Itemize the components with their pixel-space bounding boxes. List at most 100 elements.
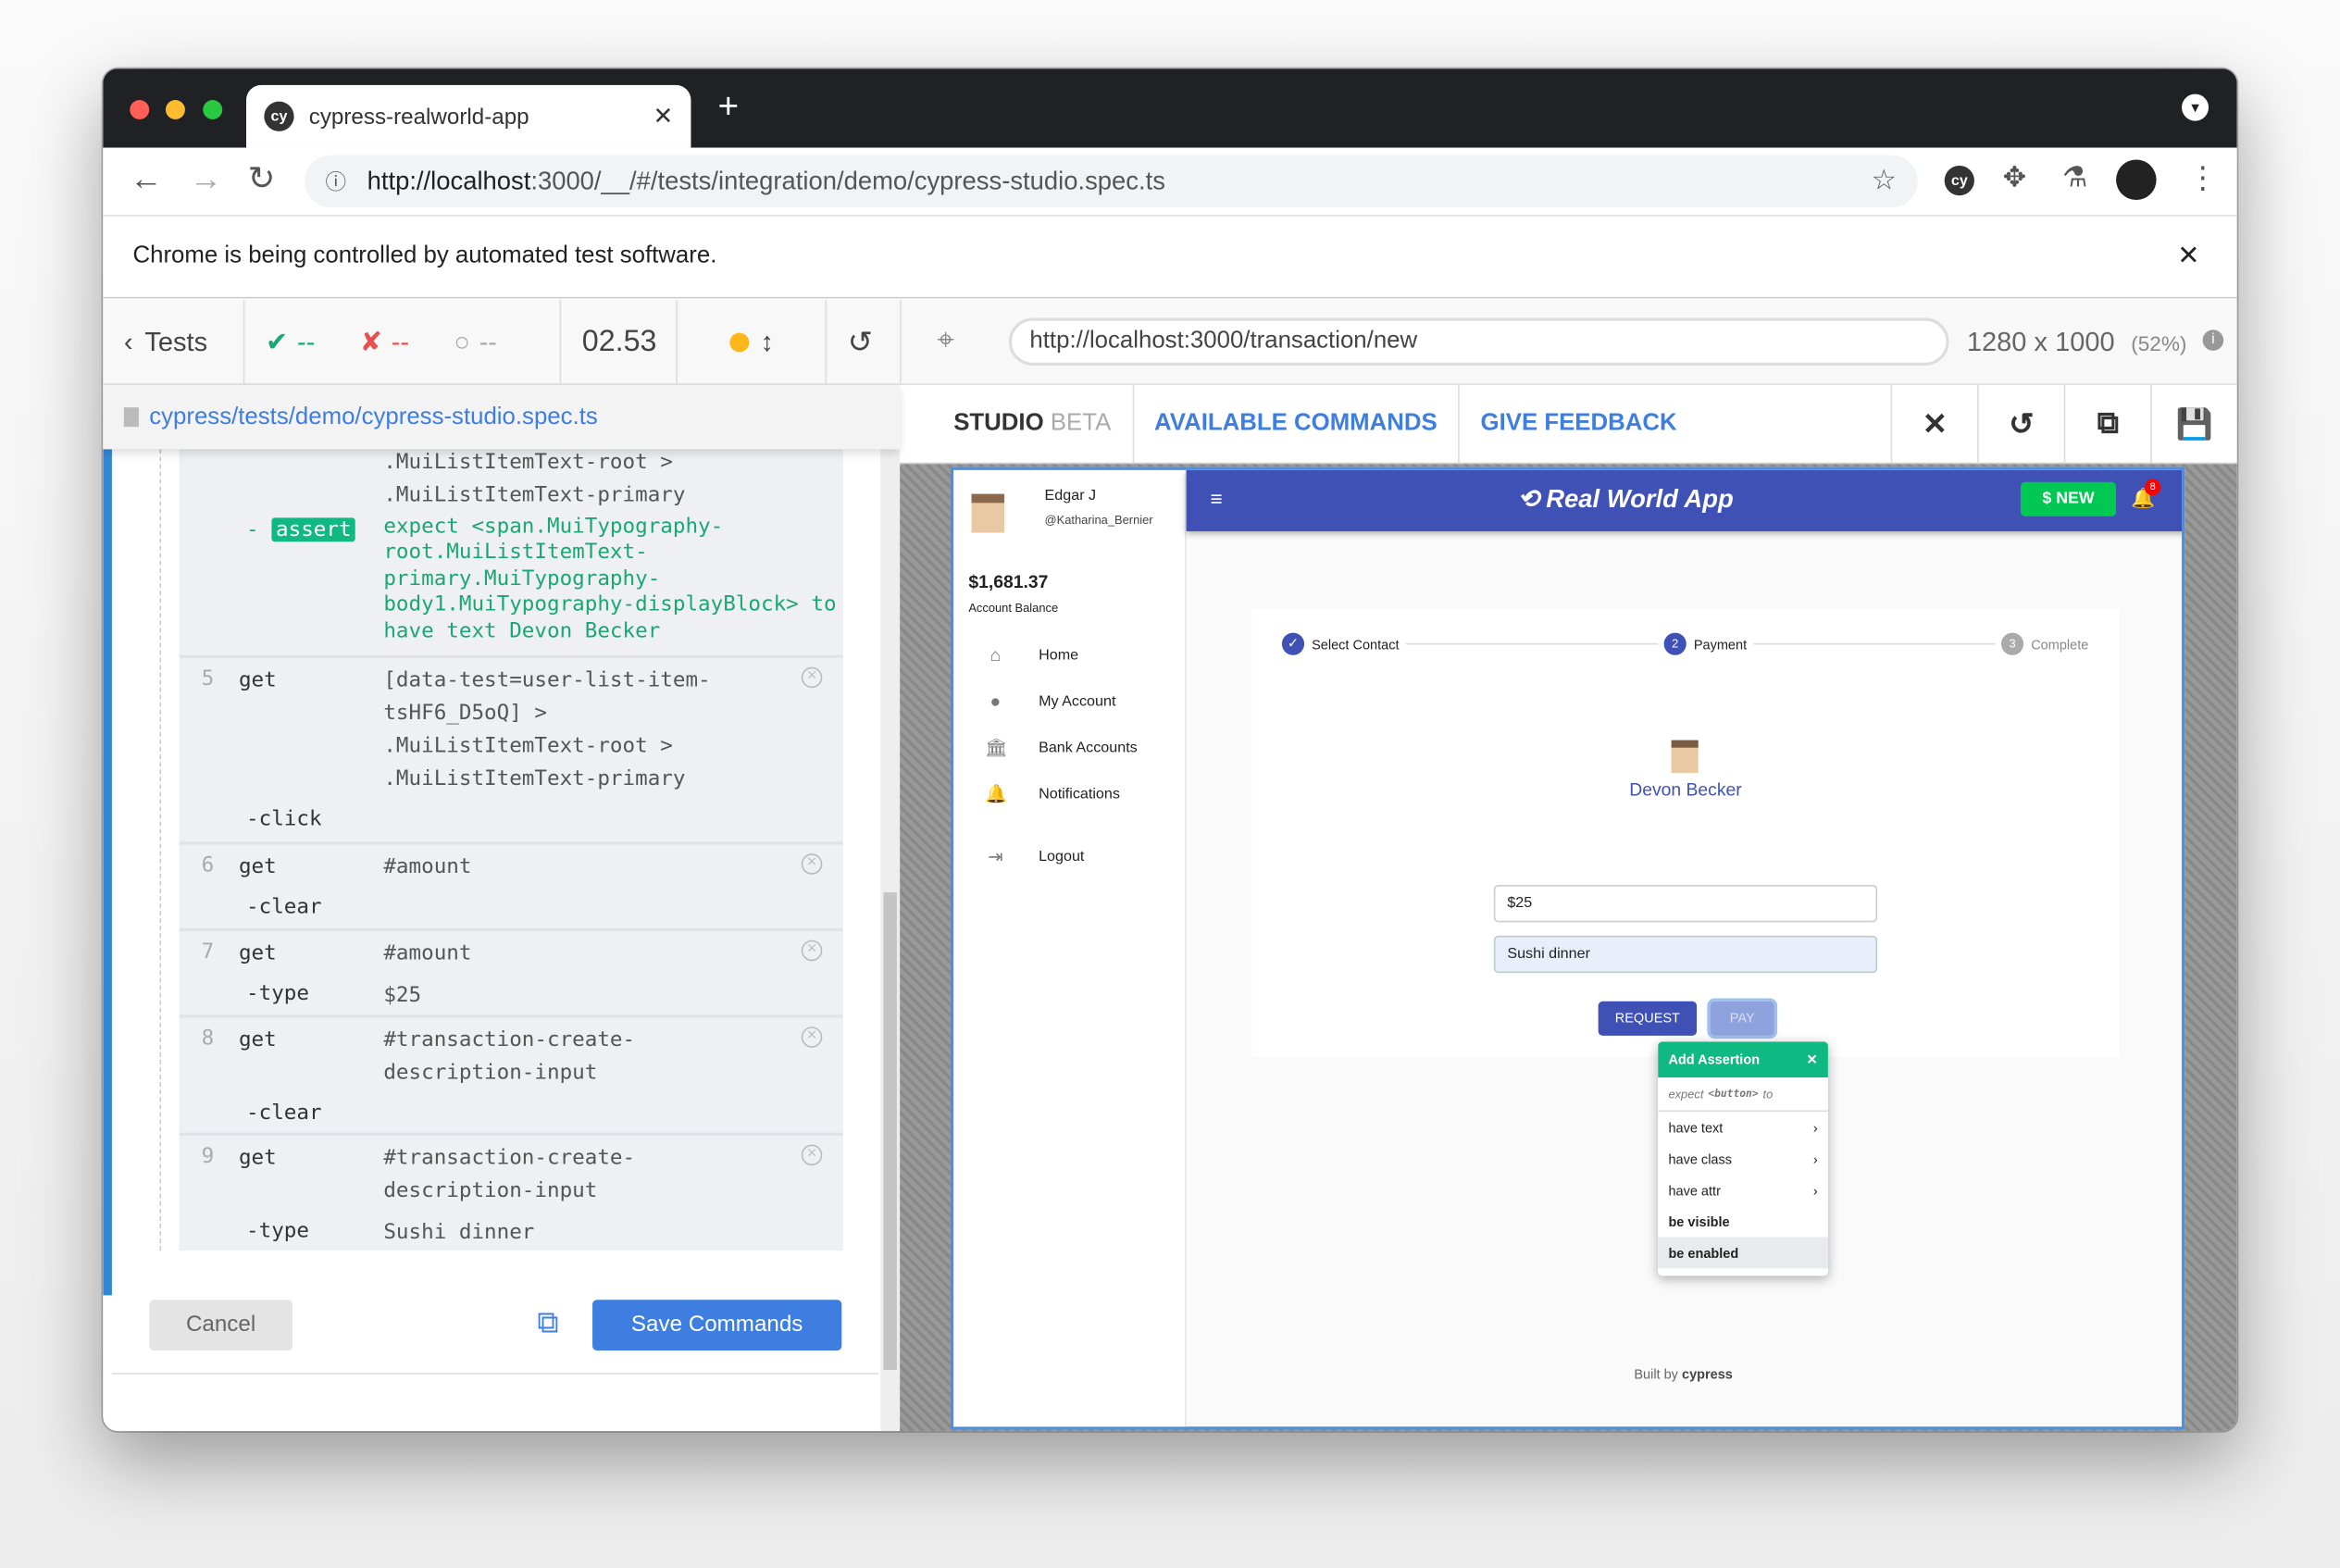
remove-command-icon[interactable]: × bbox=[801, 1027, 823, 1048]
save-studio-button[interactable]: 💾 bbox=[2150, 384, 2237, 463]
command-arg: #amount bbox=[383, 941, 472, 966]
step-number: 2 bbox=[1663, 632, 1687, 655]
beta-label: BETA bbox=[1050, 410, 1112, 436]
nav-label: Logout bbox=[1039, 848, 1085, 865]
rerun-button[interactable]: ↺ bbox=[827, 300, 893, 383]
command-row[interactable]: 7 get #amount × -type $25 bbox=[179, 927, 843, 1015]
file-icon bbox=[123, 407, 139, 428]
command-row[interactable]: 5 get [data-test=user-list-item-tsHF6_D5oQ… bbox=[179, 654, 843, 842]
maximize-window-button[interactable] bbox=[203, 100, 223, 119]
spec-path-link[interactable]: cypress/tests/demo/cypress-studio.spec.t… bbox=[149, 404, 598, 430]
nav-home[interactable]: ⌂ Home bbox=[985, 644, 1078, 666]
assert-line: body1.MuiTypography-displayBlock> to bbox=[383, 592, 837, 617]
step-label: Complete bbox=[2031, 636, 2089, 652]
nav-my-account[interactable]: ● My Account bbox=[985, 691, 1115, 712]
new-transaction-button[interactable]: $ NEW bbox=[2020, 481, 2117, 516]
close-popover-icon[interactable]: ✕ bbox=[1806, 1052, 1817, 1068]
command-row[interactable]: 9 get #transaction-create-description-inpu… bbox=[179, 1132, 843, 1251]
reload-button[interactable]: ↻ bbox=[248, 160, 276, 199]
pay-button[interactable]: PAY bbox=[1707, 998, 1778, 1039]
remove-command-icon[interactable]: × bbox=[801, 1144, 823, 1166]
url-bar[interactable]: ⓘ http://localhost:3000/__/#/tests/integ… bbox=[304, 155, 1918, 208]
nav-label: Home bbox=[1039, 646, 1079, 664]
browser-tab[interactable]: cy cypress-realworld-app ✕ bbox=[246, 84, 691, 148]
logout-icon: ⇥ bbox=[988, 846, 1003, 867]
reset-studio-button[interactable]: ↺ bbox=[1977, 384, 2064, 463]
assert-line: root.MuiListItemText- bbox=[383, 541, 648, 566]
remove-command-icon[interactable]: × bbox=[801, 853, 823, 875]
studio-toolbar: STUDIO BETA AVAILABLE COMMANDS GIVE FEED… bbox=[900, 384, 2237, 465]
option-label: be visible bbox=[1668, 1213, 1730, 1229]
profile-avatar[interactable] bbox=[2116, 159, 2157, 201]
to-label: to bbox=[1762, 1087, 1774, 1101]
labs-flask-icon[interactable]: ⚗ bbox=[2062, 161, 2087, 195]
bookmark-star-icon[interactable]: ☆ bbox=[1872, 164, 1897, 198]
remove-command-icon[interactable]: × bbox=[801, 666, 823, 689]
assert-have-text[interactable]: have text › bbox=[1658, 1112, 1828, 1143]
viewport-scale: (52%) bbox=[2131, 330, 2187, 355]
minimize-window-button[interactable] bbox=[165, 100, 185, 119]
address-bar-row: ← → ↻ ⓘ http://localhost:3000/__/#/tests… bbox=[103, 147, 2237, 217]
tests-back-button[interactable]: ‹ Tests bbox=[103, 300, 245, 384]
command-name: get bbox=[238, 1027, 277, 1052]
command-row[interactable]: 8 get #transaction-create-description-inpu… bbox=[179, 1014, 843, 1132]
selector-line: .MuiListItemText-root > bbox=[383, 450, 673, 475]
built-by-footer: Built by cypress bbox=[1634, 1367, 1733, 1382]
app-logo[interactable]: ⟲ Real World App bbox=[1518, 485, 1734, 515]
request-button[interactable]: REQUEST bbox=[1598, 1001, 1698, 1036]
remove-command-icon[interactable]: × bbox=[801, 940, 823, 962]
forward-button[interactable]: → bbox=[190, 160, 222, 199]
back-button[interactable]: ← bbox=[130, 160, 162, 199]
command-row[interactable]: 6 get #amount × -clear bbox=[179, 841, 843, 928]
tab-title: cypress-realworld-app bbox=[308, 104, 529, 130]
assert-badge: assert bbox=[271, 517, 356, 542]
command-arg: description-input bbox=[383, 1061, 598, 1086]
close-window-button[interactable] bbox=[130, 100, 150, 119]
option-label: have text bbox=[1668, 1119, 1724, 1136]
assert-be-visible[interactable]: be visible bbox=[1658, 1206, 1828, 1238]
available-commands-link[interactable]: AVAILABLE COMMANDS bbox=[1133, 384, 1460, 463]
step-payment: 2 Payment bbox=[1658, 632, 1753, 655]
step-select-contact: ✓ Select Contact bbox=[1281, 632, 1405, 655]
subcommand-arg: Sushi dinner bbox=[383, 1220, 535, 1245]
give-feedback-link[interactable]: GIVE FEEDBACK bbox=[1460, 385, 1698, 463]
extensions-icon[interactable]: ✥ bbox=[2003, 161, 2027, 195]
description-input[interactable]: Sushi dinner bbox=[1493, 935, 1878, 974]
scrollbar-thumb[interactable] bbox=[883, 892, 897, 1370]
selector-playground-crosshair-icon[interactable]: ⌖ bbox=[937, 324, 953, 358]
expect-label: expect bbox=[1668, 1087, 1704, 1101]
hamburger-menu-icon[interactable]: ≡ bbox=[1210, 487, 1222, 511]
option-label: have class bbox=[1668, 1151, 1733, 1166]
user-avatar bbox=[971, 493, 1005, 533]
amount-input[interactable]: $25 bbox=[1493, 885, 1878, 923]
copy-commands-icon[interactable]: ⧉ bbox=[537, 1307, 558, 1341]
viewport-info-icon[interactable]: i bbox=[2202, 330, 2224, 351]
subcommand-name: -clear bbox=[246, 1101, 322, 1126]
copy-commands-button[interactable]: ⧉ bbox=[2063, 384, 2151, 463]
cypress-extension-icon[interactable]: cy bbox=[1944, 165, 1974, 196]
assert-be-enabled[interactable]: be enabled bbox=[1658, 1237, 1828, 1269]
assert-have-class[interactable]: have class › bbox=[1658, 1143, 1828, 1175]
command-name: get bbox=[238, 668, 277, 693]
cypress-logo[interactable]: cypress bbox=[1682, 1367, 1733, 1382]
aut-url-input[interactable]: http://localhost:3000/transaction/new bbox=[1008, 317, 1949, 366]
chevron-right-icon: › bbox=[1812, 1119, 1818, 1136]
nav-notifications[interactable]: 🔔 Notifications bbox=[985, 783, 1120, 804]
chevron-right-icon: › bbox=[1812, 1182, 1818, 1198]
save-commands-button[interactable]: Save Commands bbox=[592, 1300, 842, 1351]
user-name: Edgar J bbox=[1044, 488, 1097, 504]
nav-bank-accounts[interactable]: 🏛 Bank Accounts bbox=[985, 737, 1138, 758]
chrome-menu-icon[interactable]: ⋮ bbox=[2187, 160, 2217, 197]
auto-scroll-toggle-icon[interactable]: ↕ bbox=[760, 326, 774, 357]
close-studio-button[interactable]: ✕ bbox=[1890, 384, 1978, 463]
subcommand-name: -click bbox=[246, 807, 322, 831]
new-tab-button[interactable]: + bbox=[717, 87, 739, 129]
app-header: ≡ ⟲ Real World App $ NEW 🔔 8 bbox=[1186, 469, 2183, 531]
assert-have-attr[interactable]: have attr › bbox=[1658, 1175, 1828, 1206]
tab-search-icon[interactable]: ▼ bbox=[2182, 93, 2209, 121]
nav-logout[interactable]: ⇥ Logout bbox=[985, 846, 1084, 867]
cancel-button[interactable]: Cancel bbox=[149, 1300, 292, 1351]
infobar-close-icon[interactable]: ✕ bbox=[2177, 241, 2199, 272]
close-tab-icon[interactable]: ✕ bbox=[653, 102, 673, 131]
app-sidebar: Edgar J @Katharina_Bernier $1,681.37 Acc… bbox=[953, 469, 1187, 1427]
